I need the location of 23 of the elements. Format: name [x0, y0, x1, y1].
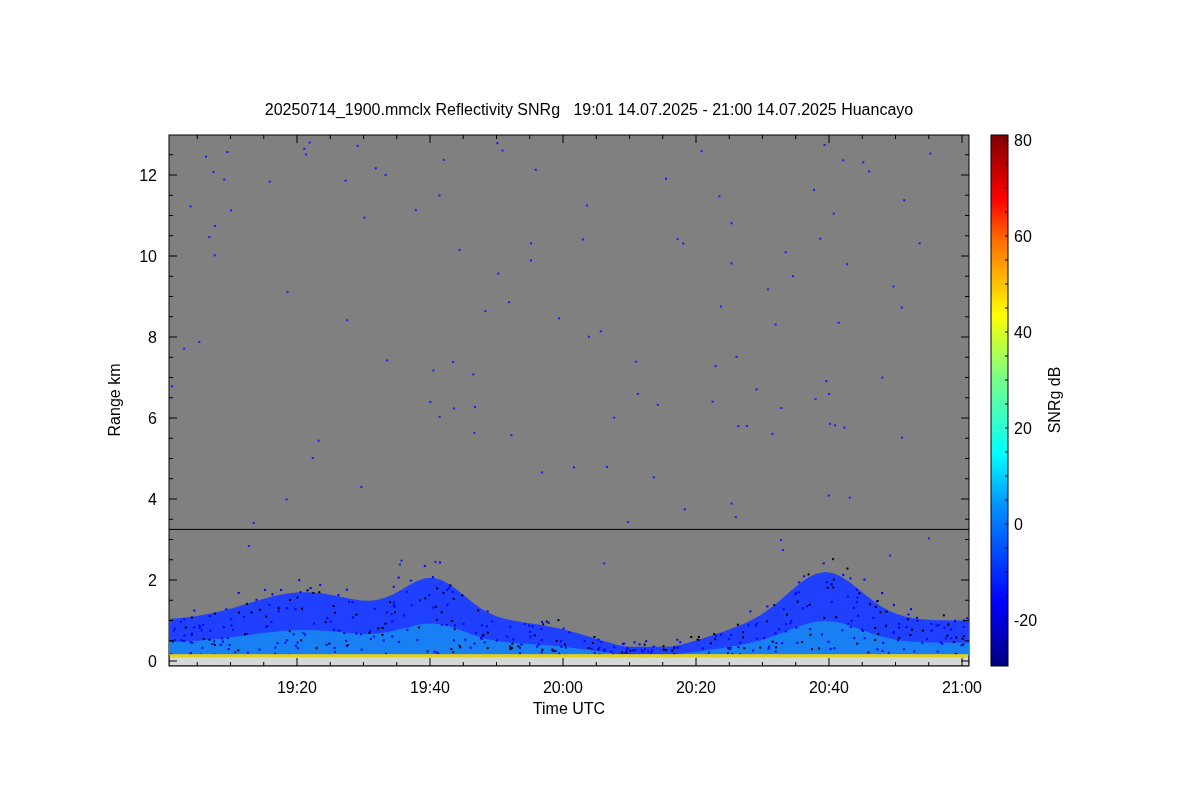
y-tick-label: 2: [148, 572, 157, 589]
colorbar-label: SNRg dB: [1046, 366, 1063, 434]
x-tick-label: 19:40: [410, 679, 450, 696]
x-tick-label: 20:00: [543, 679, 583, 696]
colorbar-tick-label: 0: [1014, 516, 1023, 533]
colorbar-tick-label: 20: [1014, 420, 1032, 437]
y-tick-label: 4: [148, 491, 157, 508]
colorbar-tick-label: 80: [1014, 132, 1032, 149]
y-tick-label: 6: [148, 410, 157, 427]
colorbar-tick-label: 40: [1014, 324, 1032, 341]
x-tick-label: 21:00: [942, 679, 982, 696]
x-tick-label: 19:20: [277, 679, 317, 696]
x-axis-label: Time UTC: [532, 700, 606, 717]
y-tick-label: 10: [139, 248, 157, 265]
colorbar-tick-label: -20: [1014, 612, 1038, 629]
y-tick-label: 12: [139, 167, 157, 184]
x-tick-label: 20:20: [676, 679, 716, 696]
colorbar-tick-label: 60: [1014, 228, 1032, 245]
x-tick-label: 20:40: [809, 679, 849, 696]
y-axis-label: Range km: [106, 363, 123, 437]
y-tick-label: 0: [148, 653, 157, 670]
plot-title: 20250714_1900.mmclx Reflectivity SNRg 19:01 14.07.2025 - 21:00 14.07.2025 Huancayo: [264, 101, 914, 118]
y-tick-label: 8: [148, 329, 157, 346]
